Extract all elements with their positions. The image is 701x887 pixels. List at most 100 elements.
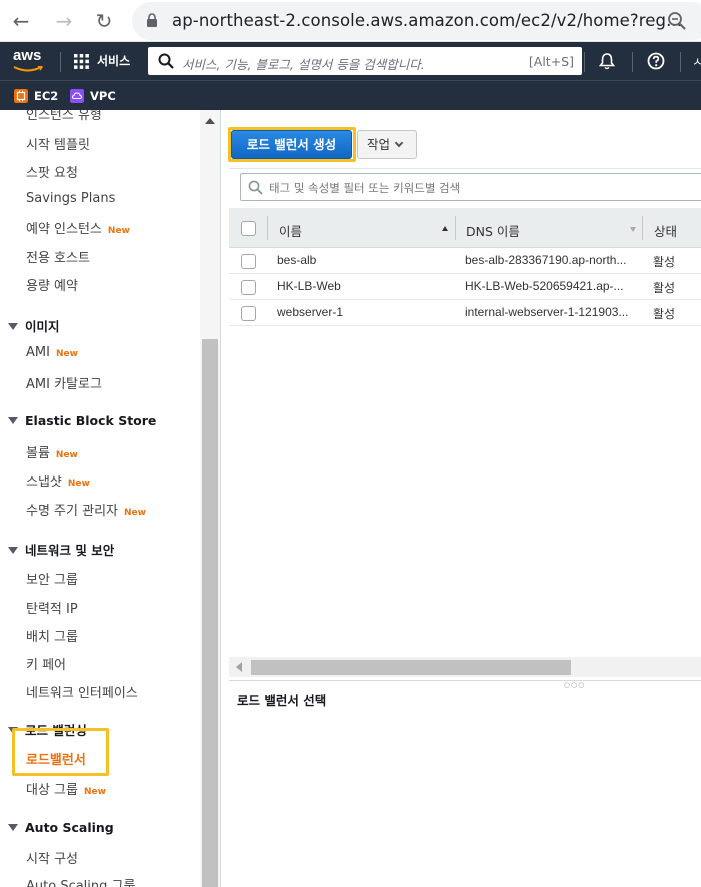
scroll-up-arrow-icon[interactable] <box>205 118 215 124</box>
sidebar-item-savings-plans[interactable]: Savings Plans <box>26 191 115 206</box>
sidebar-item-network-interfaces[interactable]: 네트워크 인터페이스 <box>26 682 138 701</box>
grip-icon: ○○○ <box>564 681 586 689</box>
services-menu[interactable]: 서비스 <box>97 52 130 69</box>
sidebar-item-key-pairs[interactable]: 키 페어 <box>26 654 66 673</box>
back-arrow-icon[interactable]: ← <box>8 8 34 34</box>
sidebar-item-ami[interactable]: AMI New <box>26 345 78 360</box>
sidebar-section-auto-scaling[interactable]: Auto Scaling <box>8 820 114 835</box>
select-all-checkbox[interactable] <box>241 221 256 236</box>
actions-label: 작업 <box>367 137 391 152</box>
sidebar: 인스턴스 유형 시작 템플릿 스팟 요청 Savings Plans 예약 인스… <box>0 110 221 887</box>
zoom-icon[interactable] <box>666 10 688 32</box>
global-search-input[interactable]: 서비스, 기능, 블로그, 설명서 등을 검색합니다. [Alt+S] <box>148 47 582 75</box>
cell-dns: internal-webserver-1-121903... <box>465 305 629 319</box>
row-checkbox[interactable] <box>241 306 256 321</box>
horizontal-scrollbar-thumb[interactable] <box>251 660 571 675</box>
new-badge: New <box>107 226 130 236</box>
sidebar-section-ebs[interactable]: Elastic Block Store <box>8 413 156 428</box>
favorite-ec2[interactable]: EC2 <box>14 88 58 104</box>
sidebar-scrollbar-thumb[interactable] <box>202 339 218 887</box>
column-separator <box>642 216 643 240</box>
cell-name: bes-alb <box>277 253 317 267</box>
scroll-left-arrow-icon[interactable] <box>236 662 242 672</box>
new-badge: New <box>124 508 146 518</box>
ec2-service-icon <box>14 89 28 103</box>
table-row[interactable]: HK-LB-Web HK-LB-Web-520659421.ap-... 활성 <box>229 274 701 300</box>
address-bar[interactable]: ap-northeast-2.console.aws.amazon.com/ec… <box>132 2 701 40</box>
aws-top-nav: aws 서비스 서비스, 기능, 블로그, 설명서 등을 검색합니다. [Alt… <box>0 42 701 80</box>
sidebar-item-auto-scaling-groups[interactable]: Auto Scaling 그룹 <box>26 875 135 887</box>
caret-down-icon <box>8 417 18 424</box>
favorites-bar: EC2 VPC <box>0 80 701 110</box>
favorite-vpc[interactable]: VPC <box>70 88 116 104</box>
cell-state: 활성 <box>653 281 676 295</box>
cell-dns: bes-alb-283367190.ap-north... <box>465 253 627 267</box>
favorite-label: VPC <box>90 89 116 103</box>
actions-dropdown-button[interactable]: 작업 <box>357 130 417 159</box>
caret-down-icon <box>8 323 18 330</box>
caret-down-icon <box>8 547 18 554</box>
sidebar-item-capacity-reservations[interactable]: 용량 예약 <box>26 275 78 294</box>
column-header-state[interactable]: 상태 <box>654 221 677 240</box>
bell-icon[interactable] <box>598 52 616 70</box>
sort-ascending-icon[interactable] <box>442 226 448 231</box>
url-text: ap-northeast-2.console.aws.amazon.com/ec… <box>172 11 683 30</box>
sidebar-section-images[interactable]: 이미지 <box>8 316 60 335</box>
sidebar-item-volumes[interactable]: 볼륨 New <box>26 442 78 461</box>
sidebar-item-load-balancers[interactable]: 로드밸런서 <box>26 749 86 768</box>
nav-divider <box>584 52 585 72</box>
caret-down-icon <box>8 824 18 831</box>
cell-state: 활성 <box>653 307 676 321</box>
table-row[interactable]: bes-alb bes-alb-283367190.ap-north... 활성 <box>229 248 701 274</box>
new-badge: New <box>55 349 78 359</box>
new-badge: New <box>55 450 78 460</box>
sidebar-item-dedicated-hosts[interactable]: 전용 호스트 <box>26 247 90 266</box>
sidebar-item-ami-catalog[interactable]: AMI 카탈로그 <box>26 373 102 392</box>
aws-logo[interactable]: aws <box>13 47 41 64</box>
sidebar-item-instance-types[interactable]: 인스턴스 유형 <box>26 110 102 123</box>
lock-icon <box>147 13 157 27</box>
aws-smile-icon <box>13 66 43 72</box>
filter-placeholder: 태그 및 속성별 필터 또는 키워드별 검색 <box>269 181 461 195</box>
table-horizontal-scrollbar[interactable] <box>229 657 701 677</box>
nav-divider <box>60 52 61 72</box>
cell-dns: HK-LB-Web-520659421.ap-... <box>465 279 624 293</box>
help-icon[interactable] <box>647 52 665 70</box>
column-header-name[interactable]: 이름 <box>279 221 302 240</box>
sidebar-item-security-groups[interactable]: 보안 그룹 <box>26 569 78 588</box>
sort-icon[interactable] <box>630 227 636 232</box>
favorite-label: EC2 <box>34 89 59 103</box>
sidebar-item-placement-groups[interactable]: 배치 그룹 <box>26 626 78 645</box>
search-icon <box>158 53 174 69</box>
row-checkbox[interactable] <box>241 254 256 269</box>
column-separator <box>267 216 268 240</box>
detail-pane-title: 로드 밸런서 선택 <box>237 693 327 708</box>
filter-search-input[interactable]: 태그 및 속성별 필터 또는 키워드별 검색 <box>240 173 701 201</box>
cell-name: webserver-1 <box>277 305 344 319</box>
services-grid-icon[interactable] <box>74 54 89 69</box>
main-content: 로드 밸런서 생성 작업 태그 및 속성별 필터 또는 키워드별 검색 이름 D… <box>221 110 701 887</box>
forward-arrow-icon[interactable]: → <box>51 8 77 34</box>
table-row[interactable]: webserver-1 internal-webserver-1-121903.… <box>229 300 701 326</box>
sidebar-item-launch-templates[interactable]: 시작 템플릿 <box>26 134 90 153</box>
create-load-balancer-button[interactable]: 로드 밸런서 생성 <box>231 130 352 159</box>
column-header-dns[interactable]: DNS 이름 <box>466 221 520 240</box>
sidebar-item-snapshots[interactable]: 스냅샷 New <box>26 471 90 490</box>
row-checkbox[interactable] <box>241 280 256 295</box>
sidebar-item-spot-requests[interactable]: 스팟 요청 <box>26 162 78 181</box>
pane-resize-handle[interactable]: ○○○ <box>229 680 701 689</box>
divider <box>229 168 701 169</box>
sidebar-item-elastic-ips[interactable]: 탄력적 IP <box>26 598 78 617</box>
table-header: 이름 DNS 이름 상태 <box>229 208 701 248</box>
sidebar-item-target-groups[interactable]: 대상 그룹 New <box>26 779 106 798</box>
sidebar-item-lifecycle-manager[interactable]: 수명 주기 관리자 New <box>26 500 146 519</box>
reload-icon[interactable]: ↻ <box>91 8 117 34</box>
sidebar-item-reserved-instances[interactable]: 예약 인스턴스 New <box>26 218 130 237</box>
nav-divider <box>680 52 681 72</box>
account-menu-clipped[interactable]: ㅅ <box>692 53 701 70</box>
column-separator <box>455 216 456 240</box>
chevron-down-icon <box>394 138 404 148</box>
sidebar-item-launch-configurations[interactable]: 시작 구성 <box>26 848 78 867</box>
new-badge: New <box>67 479 90 489</box>
sidebar-section-network-security[interactable]: 네트워크 및 보안 <box>8 540 114 559</box>
